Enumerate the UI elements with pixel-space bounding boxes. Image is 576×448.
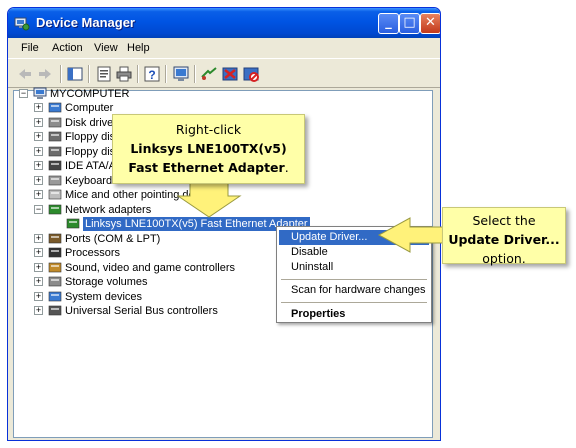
instruction-callout-select: Select the Update Driver... option. <box>442 207 566 266</box>
callout-line: Linksys LNE100TX(v5) <box>130 141 287 156</box>
callout-line: Fast Ethernet Adapter <box>128 160 285 175</box>
callout-line: option. <box>482 251 526 266</box>
callout-line: Select the <box>472 213 536 228</box>
down-arrow-icon <box>176 182 242 218</box>
instruction-callout-right-click: Right-click Linksys LNE100TX(v5) Fast Et… <box>112 114 305 184</box>
callout-punctuation: . <box>284 160 289 175</box>
callout-line: Right-click <box>175 122 242 137</box>
callout-line: Update Driver... <box>448 232 560 247</box>
left-arrow-icon <box>377 217 446 253</box>
